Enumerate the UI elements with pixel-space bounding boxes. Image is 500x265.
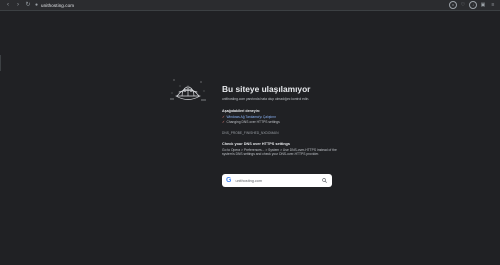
toolbar-actions: v ♡ ↓ ▣ ≡ bbox=[447, 1, 497, 9]
bookmark-icon[interactable]: ♡ bbox=[459, 1, 467, 9]
url-text[interactable]: unithosting.com bbox=[41, 3, 74, 8]
search-input[interactable]: unithosting.com bbox=[235, 179, 262, 183]
check-icon: ✓ bbox=[222, 119, 225, 124]
google-search-box[interactable]: G unithosting.com bbox=[222, 174, 332, 187]
back-arrow-icon[interactable]: ‹ bbox=[3, 0, 13, 11]
reload-icon[interactable]: ↻ bbox=[23, 0, 33, 11]
error-panel: Bu siteye ulaşılamıyor unithosting.com y… bbox=[222, 85, 337, 157]
disconnected-planet-icon bbox=[170, 79, 206, 101]
camera-icon[interactable]: ▣ bbox=[479, 1, 487, 9]
search-icon[interactable] bbox=[322, 178, 327, 183]
doh-heading: Check your DNS over HTTPS settings bbox=[222, 141, 290, 146]
error-code: DNS_PROBE_FINISHED_NXDOMAIN bbox=[222, 130, 279, 135]
address-bar[interactable]: ● unithosting.com bbox=[35, 1, 74, 8]
menu-icon[interactable]: ≡ bbox=[489, 1, 497, 9]
doh-instructions: Go to Opera > Preferences... > System > … bbox=[222, 147, 337, 157]
vpn-icon[interactable]: v bbox=[449, 1, 457, 9]
browser-toolbar: ‹ › ↻ ● unithosting.com v ♡ ↓ ▣ ≡ bbox=[0, 0, 500, 11]
side-edge-indicator bbox=[0, 55, 1, 71]
try-heading: Aşağıdakileri deneyin: bbox=[222, 109, 261, 114]
lock-icon: ● bbox=[35, 1, 39, 8]
download-icon[interactable]: ↓ bbox=[469, 1, 477, 9]
change-dns-item: ✓ Changing DNS over HTTPS settings bbox=[222, 119, 280, 125]
google-logo-icon: G bbox=[226, 177, 232, 184]
page-title: Bu siteye ulaşılamıyor bbox=[222, 84, 311, 94]
error-subtitle: unithosting.com yanıtında hata olup olma… bbox=[222, 97, 310, 102]
forward-arrow-icon[interactable]: › bbox=[13, 0, 23, 11]
